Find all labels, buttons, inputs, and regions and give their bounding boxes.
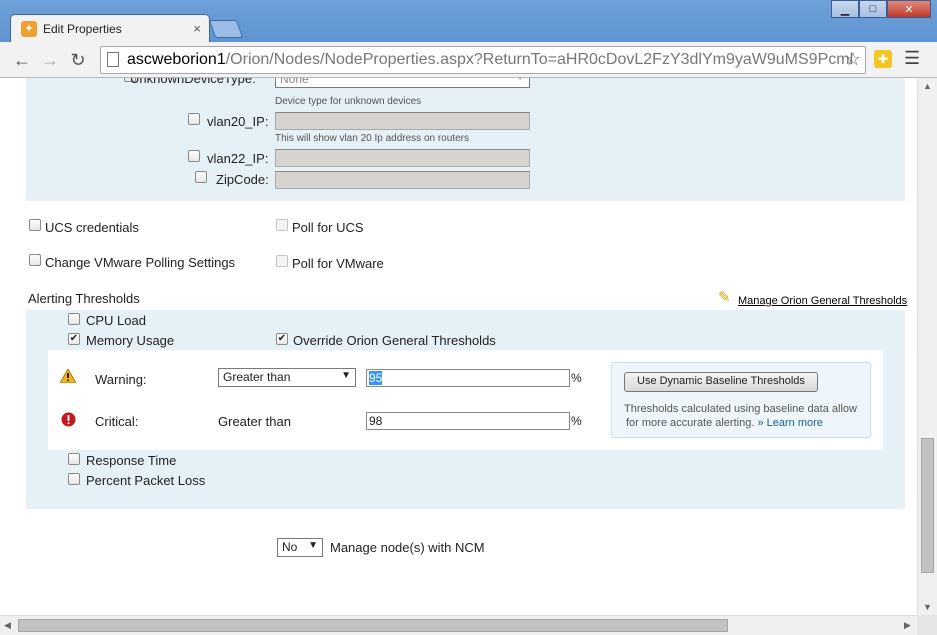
- tab-close-icon[interactable]: ×: [193, 21, 201, 36]
- poll-ucs-label: Poll for UCS: [292, 220, 364, 235]
- critical-value: 98: [369, 414, 383, 428]
- zipcode-label: ZipCode:: [216, 172, 269, 187]
- warning-icon: [60, 369, 76, 383]
- horizontal-scroll-thumb[interactable]: [18, 619, 728, 632]
- alerting-panel: CPU Load ✔ Memory Usage ✔ Override Orion…: [26, 310, 905, 509]
- cpu-load-checkbox[interactable]: [68, 313, 80, 325]
- scroll-left-icon[interactable]: ◀: [4, 620, 11, 631]
- vlan20-hint: This will show vlan 20 Ip address on rou…: [275, 133, 469, 144]
- pencil-icon: ✎: [718, 289, 731, 306]
- browser-tab[interactable]: ✦ Edit Properties ×: [10, 14, 210, 42]
- packet-loss-checkbox[interactable]: [68, 473, 80, 485]
- vertical-scroll-thumb[interactable]: [921, 438, 934, 573]
- browser-toolbar: ← → ↻ ascweborion1/Orion/Nodes/NodePrope…: [0, 42, 937, 78]
- unknown-device-hint: Device type for unknown devices: [275, 96, 422, 107]
- extension-icon[interactable]: ✚: [874, 50, 892, 68]
- cpu-load-label: CPU Load: [86, 313, 146, 328]
- critical-error-icon: [61, 412, 76, 427]
- memory-usage-label: Memory Usage: [86, 333, 175, 348]
- back-arrow-icon[interactable]: ←: [12, 50, 32, 71]
- window-controls: ▁ □ ✕: [831, 0, 931, 18]
- unknown-device-select[interactable]: None ▼: [275, 78, 530, 88]
- baseline-desc-1: Thresholds calculated using baseline dat…: [624, 403, 857, 415]
- vlan22-field[interactable]: [275, 149, 530, 167]
- bookmark-star-icon[interactable]: ☆: [845, 49, 861, 70]
- scrollbar-corner: [917, 615, 937, 635]
- override-thresholds-checkbox[interactable]: ✔: [276, 333, 288, 345]
- vlan20-field[interactable]: [275, 112, 530, 130]
- scroll-right-icon[interactable]: ▶: [904, 620, 911, 631]
- chevron-down-icon: ▼: [341, 370, 351, 381]
- memory-usage-checkbox[interactable]: ✔: [68, 333, 80, 345]
- critical-percent: %: [571, 414, 582, 428]
- new-tab-button[interactable]: [208, 20, 244, 38]
- minimize-button[interactable]: ▁: [831, 0, 859, 18]
- scroll-up-icon[interactable]: ▲: [923, 81, 932, 91]
- warning-value-input[interactable]: 95: [366, 369, 570, 387]
- close-window-button[interactable]: ✕: [887, 0, 931, 18]
- chevron-down-icon: ▼: [308, 540, 318, 551]
- zipcode-field[interactable]: [275, 171, 530, 189]
- vmware-settings-checkbox[interactable]: [29, 254, 41, 266]
- vertical-scrollbar[interactable]: ▲ ▼: [917, 78, 937, 615]
- vmware-settings-label: Change VMware Polling Settings: [45, 255, 236, 270]
- poll-vmware-label: Poll for VMware: [292, 256, 384, 271]
- baseline-thresholds-button[interactable]: Use Dynamic Baseline Thresholds: [624, 372, 818, 392]
- forward-arrow-icon[interactable]: →: [40, 50, 60, 71]
- baseline-desc-2-text: for more accurate alerting.: [626, 417, 755, 429]
- critical-label: Critical:: [95, 414, 139, 429]
- ucs-credentials-label: UCS credentials: [45, 220, 139, 235]
- ncm-label: Manage node(s) with NCM: [330, 540, 485, 555]
- horizontal-scrollbar[interactable]: ◀ ▶: [0, 615, 917, 635]
- reload-icon[interactable]: ↻: [68, 50, 88, 71]
- page-viewport: UnknownDeviceType: None ▼ Device type fo…: [0, 78, 917, 615]
- poll-vmware-checkbox[interactable]: [276, 255, 288, 267]
- chevron-down-icon: ▼: [515, 78, 525, 83]
- url-path: /Orion/Nodes/NodeProperties.aspx?ReturnT…: [225, 51, 854, 68]
- poll-ucs-checkbox[interactable]: [276, 219, 288, 231]
- response-time-label: Response Time: [86, 453, 177, 468]
- solarwinds-favicon-icon: ✦: [21, 20, 37, 37]
- ncm-select-value: No: [282, 540, 298, 554]
- warning-value: 95: [369, 371, 383, 385]
- menu-icon[interactable]: ☰: [904, 48, 920, 69]
- maximize-button[interactable]: □: [859, 0, 887, 18]
- vlan22-label: vlan22_IP:: [207, 151, 269, 166]
- vlan20-label: vlan20_IP:: [207, 114, 269, 129]
- custom-properties-panel: UnknownDeviceType: None ▼ Device type fo…: [26, 78, 905, 201]
- tab-title: Edit Properties: [43, 21, 122, 36]
- zipcode-checkbox[interactable]: [195, 171, 207, 183]
- response-time-checkbox[interactable]: [68, 453, 80, 465]
- scroll-down-icon[interactable]: ▼: [923, 602, 932, 612]
- warning-label: Warning:: [95, 372, 147, 387]
- warning-operator-value: Greater than: [223, 370, 291, 384]
- memory-thresholds-box: Warning: Greater than ▼ 95 % Critical: G…: [48, 350, 883, 450]
- override-thresholds-label: Override Orion General Thresholds: [293, 333, 496, 348]
- critical-operator: Greater than: [218, 414, 291, 429]
- ncm-select[interactable]: No ▼: [277, 538, 323, 557]
- warning-operator-select[interactable]: Greater than ▼: [218, 368, 356, 387]
- learn-more-link[interactable]: » Learn more: [757, 417, 822, 429]
- manage-thresholds-link[interactable]: Manage Orion General Thresholds: [738, 295, 907, 307]
- critical-value-input[interactable]: 98: [366, 412, 570, 430]
- baseline-box: Use Dynamic Baseline Thresholds Threshol…: [611, 362, 871, 438]
- unknown-device-value: None: [280, 78, 309, 86]
- vlan20-checkbox[interactable]: [188, 113, 200, 125]
- alerting-thresholds-heading: Alerting Thresholds: [28, 291, 140, 306]
- warning-percent: %: [571, 371, 582, 385]
- unknown-device-label: UnknownDeviceType:: [130, 78, 256, 86]
- url-host: ascweborion1: [127, 51, 226, 68]
- packet-loss-label: Percent Packet Loss: [86, 473, 206, 488]
- page-icon: [107, 52, 119, 67]
- ucs-credentials-checkbox[interactable]: [29, 219, 41, 231]
- vlan22-checkbox[interactable]: [188, 150, 200, 162]
- baseline-desc-2: for more accurate alerting. » Learn more: [626, 417, 823, 429]
- address-bar[interactable]: ascweborion1/Orion/Nodes/NodeProperties.…: [100, 46, 866, 74]
